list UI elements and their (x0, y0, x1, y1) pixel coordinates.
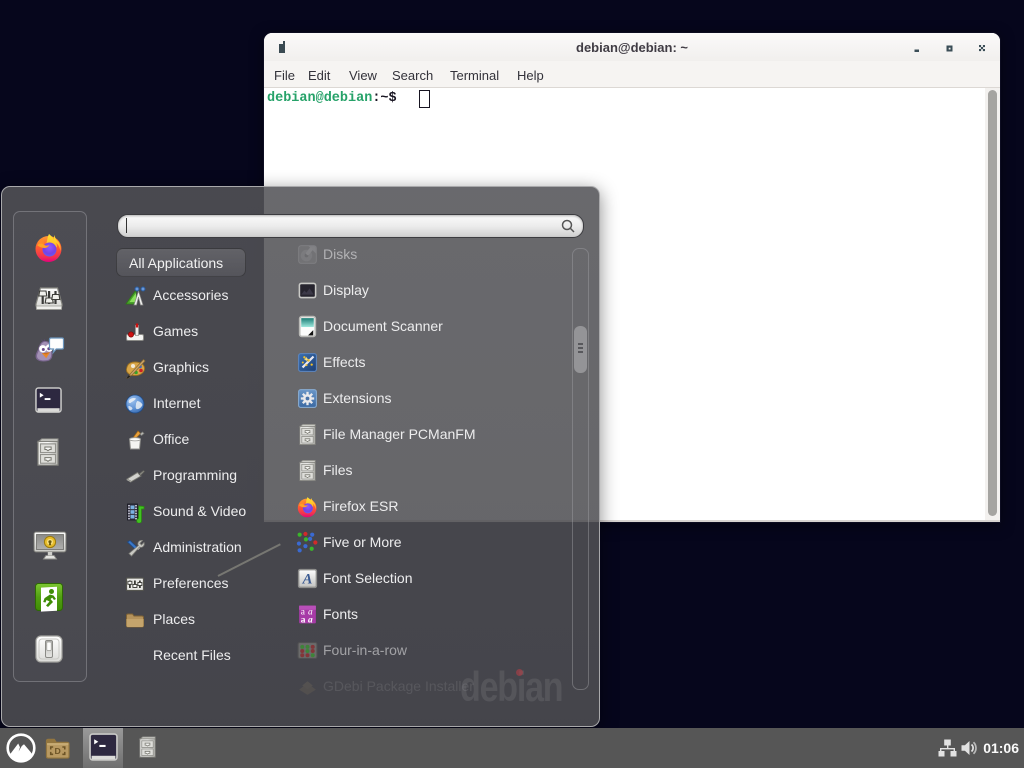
svg-text:D: D (55, 746, 61, 756)
svg-text:A: A (302, 572, 313, 588)
svg-text:a: a (301, 615, 306, 625)
svg-text:a: a (308, 615, 313, 625)
